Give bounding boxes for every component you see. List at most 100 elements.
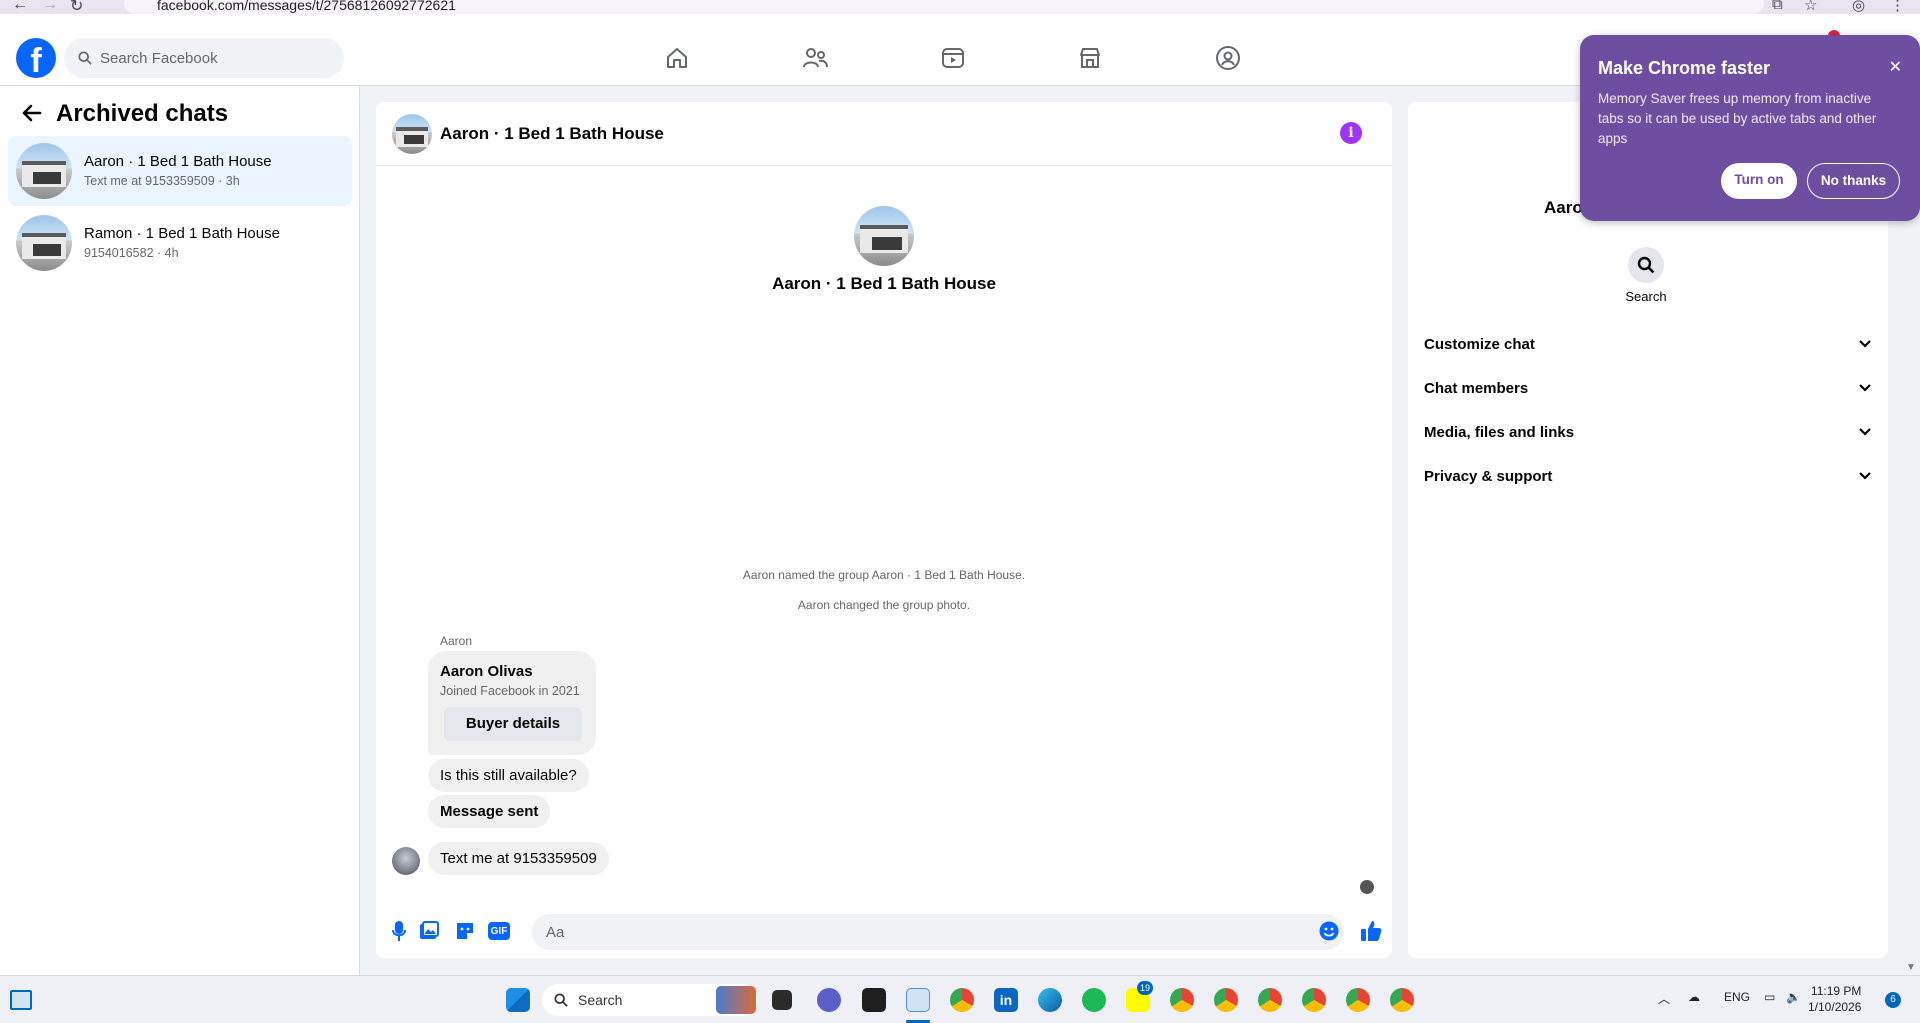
forward-arrow-icon[interactable]: →	[42, 0, 58, 14]
message-bubble[interactable]: Message sent	[428, 795, 551, 828]
group-avatar[interactable]	[392, 114, 432, 154]
reload-icon[interactable]: ↻	[70, 0, 83, 14]
conversation-title[interactable]: Aaron · 1 Bed 1 Bath House	[440, 124, 664, 144]
windows-taskbar: Search in 19 ︿ ☁ ENG ▭ 🔈 11:19 PM 1/10/2…	[0, 975, 1920, 1023]
profile-card: Aaron Olivas Joined Facebook in 2021 Buy…	[428, 651, 596, 755]
photo-icon[interactable]	[418, 920, 440, 942]
chevron-up-icon[interactable]: ︿	[1658, 990, 1670, 1007]
groups-icon[interactable]	[1211, 41, 1245, 75]
windows-start-icon[interactable]	[506, 988, 530, 1012]
browser-toolbar: ← → ↻ facebook.com/messages/t/2756812609…	[0, 0, 1920, 14]
message-composer: GIF	[376, 906, 1392, 958]
chevron-down-icon	[1859, 472, 1871, 480]
chrome-profile-icon[interactable]	[1258, 988, 1282, 1012]
sender-avatar[interactable]	[392, 847, 420, 875]
sticker-icon[interactable]	[454, 920, 476, 942]
search-label: Search	[1625, 289, 1667, 304]
section-label: Chat members	[1424, 379, 1529, 397]
widgets-icon[interactable]	[10, 990, 32, 1010]
no-thanks-button[interactable]: No thanks	[1807, 163, 1900, 199]
notification-count[interactable]: 6	[1885, 992, 1901, 1008]
message-input[interactable]	[532, 914, 1344, 950]
taskbar-search-label: Search	[578, 992, 623, 1008]
home-icon[interactable]	[660, 41, 694, 75]
group-avatar	[16, 143, 72, 199]
time: 11:19 PM	[1810, 984, 1862, 998]
cloud-offline-icon[interactable]: ☁	[1688, 990, 1700, 1004]
chrome-profile-icon[interactable]	[1346, 988, 1370, 1012]
teams-icon[interactable]	[817, 988, 841, 1012]
chat-members-section[interactable]: Chat members	[1424, 370, 1872, 406]
media-files-links-section[interactable]: Media, files and links	[1424, 414, 1872, 450]
scroll-down-icon[interactable]: ▼	[1906, 962, 1916, 973]
gif-icon[interactable]: GIF	[488, 922, 510, 940]
search-button[interactable]	[1628, 247, 1664, 283]
info-icon[interactable]: i	[1340, 122, 1362, 144]
search-placeholder: Search Facebook	[100, 49, 218, 67]
marketplace-icon[interactable]	[1073, 41, 1107, 75]
back-arrow-icon[interactable]: ←	[12, 0, 28, 14]
close-icon[interactable]: ✕	[1889, 57, 1902, 77]
search-highlight-icon[interactable]	[716, 986, 756, 1014]
language-indicator[interactable]: ENG	[1724, 990, 1750, 1004]
facebook-logo-icon[interactable]: f	[16, 38, 56, 80]
chat-list-item[interactable]: Aaron · 1 Bed 1 Bath House Text me at 91…	[8, 136, 352, 206]
snipping-tool-icon[interactable]	[906, 988, 930, 1012]
archived-chats-panel: Archived chats Aaron · 1 Bed 1 Bath Hous…	[0, 86, 360, 975]
chrome-profile-icon[interactable]	[1390, 988, 1414, 1012]
customize-chat-section[interactable]: Customize chat	[1424, 326, 1872, 362]
network-icon[interactable]: ▭	[1764, 990, 1775, 1004]
chat-list-item[interactable]: Ramon · 1 Bed 1 Bath House 9154016582 · …	[8, 208, 352, 278]
volume-icon[interactable]: 🔈	[1786, 990, 1801, 1004]
sender-label: Aaron	[440, 634, 473, 648]
details-name: Aaro	[1544, 198, 1583, 217]
panel-title: Archived chats	[56, 100, 229, 127]
group-avatar-large	[854, 206, 914, 266]
search-box[interactable]: Search Facebook	[64, 38, 344, 78]
spotify-icon[interactable]	[1082, 988, 1106, 1012]
search-icon	[1637, 256, 1655, 274]
edge-icon[interactable]	[1038, 988, 1062, 1012]
turn-on-button[interactable]: Turn on	[1721, 163, 1797, 199]
clock[interactable]: 11:19 PM 1/10/2026	[1808, 983, 1861, 1015]
chrome-profile-icon[interactable]	[1214, 988, 1238, 1012]
section-label: Privacy & support	[1424, 467, 1553, 485]
chrome-menu-icon[interactable]: ⋮	[1890, 0, 1905, 14]
task-view-icon[interactable]	[772, 990, 792, 1010]
emoji-icon[interactable]	[1318, 920, 1340, 942]
microphone-icon[interactable]	[388, 920, 410, 942]
system-message: Aaron changed the group photo.	[797, 598, 971, 612]
section-label: Customize chat	[1424, 335, 1535, 353]
bookmark-star-icon[interactable]: ☆	[1804, 0, 1817, 14]
badge-count: 19	[1137, 981, 1153, 995]
system-message: Aaron named the group Aaron · 1 Bed 1 Ba…	[742, 568, 1026, 582]
url-text[interactable]: facebook.com/messages/t/2756812609277262…	[157, 0, 456, 13]
like-icon[interactable]	[1360, 920, 1382, 942]
message-bubble[interactable]: Is this still available?	[428, 759, 589, 792]
chrome-profile-icon[interactable]	[1170, 988, 1194, 1012]
buyer-details-button[interactable]: Buyer details	[444, 707, 582, 741]
conversation-panel: Aaron · 1 Bed 1 Bath House i Aaron · 1 B…	[376, 102, 1392, 958]
profile-icon[interactable]: ◎	[1852, 0, 1865, 14]
friends-icon[interactable]	[798, 41, 832, 75]
install-icon[interactable]: ⧉	[1772, 0, 1783, 13]
popup-title: Make Chrome faster	[1598, 58, 1771, 78]
chrome-profile-icon[interactable]	[1302, 988, 1326, 1012]
chevron-down-icon	[1859, 340, 1871, 348]
conversation-header: Aaron · 1 Bed 1 Bath House i	[376, 102, 1392, 166]
video-icon[interactable]	[936, 41, 970, 75]
section-label: Media, files and links	[1424, 423, 1575, 441]
chrome-memory-saver-popup: Make Chrome faster ✕ Memory Saver frees …	[1580, 35, 1920, 221]
privacy-support-section[interactable]: Privacy & support	[1424, 458, 1872, 494]
chat-name: Ramon · 1 Bed 1 Bath House	[84, 225, 280, 242]
profile-name: Aaron Olivas	[440, 663, 533, 680]
search-icon	[78, 51, 92, 65]
chat-preview: Text me at 9153359509 · 3h	[84, 174, 240, 188]
chrome-icon[interactable]	[950, 988, 974, 1012]
search-icon	[554, 993, 568, 1007]
back-arrow-icon[interactable]	[20, 102, 42, 124]
message-bubble[interactable]: Text me at 9153359509	[428, 842, 609, 875]
linkedin-icon[interactable]: in	[994, 988, 1018, 1012]
terminal-icon[interactable]	[862, 988, 886, 1012]
seen-indicator	[1360, 880, 1374, 894]
